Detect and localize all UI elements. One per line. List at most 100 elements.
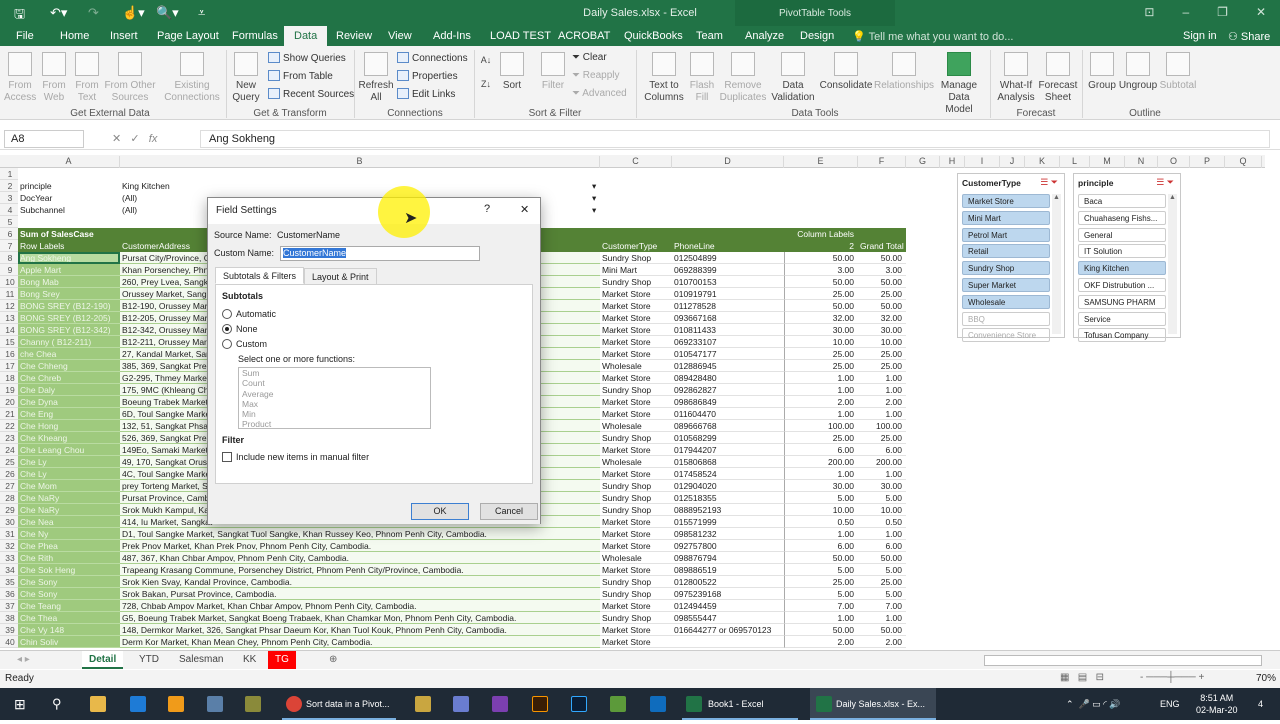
value-cell[interactable]: 50.00 <box>784 276 858 288</box>
ungroup-button[interactable]: Ungroup <box>1118 52 1158 92</box>
clock[interactable]: 8:51 AM 02-Mar-20 <box>1196 692 1238 724</box>
address-cell[interactable]: 148, Dermkor Market, 326, Sangkat Phsar … <box>120 624 600 636</box>
tab-page-layout[interactable]: Page Layout <box>157 30 219 42</box>
row-label-cell[interactable]: Che NaRy <box>18 492 120 504</box>
filter-field-label[interactable]: DocYear <box>18 192 120 204</box>
slicer-item[interactable]: IT Solution <box>1078 244 1166 259</box>
grand-total-cell[interactable]: 7.00 <box>858 600 906 612</box>
zoom-slider[interactable]: - ───┼─── + <box>1140 672 1204 683</box>
value-cell[interactable]: 6.00 <box>784 540 858 552</box>
file-explorer-icon[interactable] <box>90 696 106 712</box>
row-number[interactable]: 4 <box>0 204 18 216</box>
grand-total-cell[interactable]: 30.00 <box>858 480 906 492</box>
value-cell[interactable]: 1.00 <box>784 408 858 420</box>
tell-me-search[interactable]: 💡 Tell me what you want to do... <box>852 30 1013 43</box>
phone-cell[interactable]: 011278528 <box>672 300 784 312</box>
column-labels-filter[interactable]: Column Labels <box>784 228 858 240</box>
row-number[interactable]: 25 <box>0 456 18 468</box>
row-number[interactable]: 40 <box>0 636 18 648</box>
row-number[interactable]: 20 <box>0 396 18 408</box>
flash-fill-button[interactable]: Flash Fill <box>688 52 716 104</box>
value-cell[interactable]: 50.00 <box>784 252 858 264</box>
grand-total-cell[interactable]: 25.00 <box>858 432 906 444</box>
value-cell[interactable]: 25.00 <box>784 576 858 588</box>
row-number[interactable]: 7 <box>0 240 18 252</box>
include-new-items-checkbox[interactable] <box>222 452 232 462</box>
column-header-a[interactable]: A <box>18 156 120 168</box>
value-cell[interactable]: 7.00 <box>784 600 858 612</box>
value-cell[interactable]: 10.00 <box>784 504 858 516</box>
phone-cell[interactable]: 069233107 <box>672 336 784 348</box>
custom-radio[interactable] <box>222 339 232 349</box>
sort-button[interactable]: Sort <box>498 52 526 92</box>
phone-cell[interactable]: 012518355 <box>672 492 784 504</box>
function-option[interactable]: Count <box>239 378 430 388</box>
column-header-e[interactable]: E <box>784 156 858 168</box>
value-cell[interactable]: 50.00 <box>784 300 858 312</box>
address-cell[interactable]: 728, Chbab Ampov Market, Khan Chbar Ampo… <box>120 600 600 612</box>
grand-total-cell[interactable]: 50.00 <box>858 252 906 264</box>
app-icon[interactable] <box>453 696 469 712</box>
relationships-button[interactable]: Relationships <box>874 52 934 92</box>
customer-type-cell[interactable]: Market Store <box>600 408 672 420</box>
filter-dropdown-icon[interactable]: ▾ <box>590 192 598 204</box>
grand-total-cell[interactable]: 50.00 <box>858 300 906 312</box>
filter-dropdown-icon[interactable]: ▾ <box>590 180 598 192</box>
row-label-cell[interactable]: Che Ly <box>18 456 120 468</box>
phone-cell[interactable]: 015571999 <box>672 516 784 528</box>
customer-type-cell[interactable]: Market Store <box>600 444 672 456</box>
grand-total-cell[interactable]: 50.00 <box>858 624 906 636</box>
grand-total-cell[interactable]: 1.00 <box>858 468 906 480</box>
row-number[interactable]: 9 <box>0 264 18 276</box>
tab-add-ins[interactable]: Add-Ins <box>433 30 471 42</box>
phone-cell[interactable]: 015806868 <box>672 456 784 468</box>
value-cell[interactable]: 25.00 <box>784 360 858 372</box>
row-label-cell[interactable]: Che Eng <box>18 408 120 420</box>
phone-cell[interactable]: 016644277 or 069570123 <box>672 624 784 636</box>
slicer-item[interactable]: Mini Mart <box>962 210 1050 225</box>
grand-total-cell[interactable]: 30.00 <box>858 324 906 336</box>
close-icon[interactable]: ✕ <box>1256 5 1266 19</box>
grand-total-cell[interactable]: 5.00 <box>858 492 906 504</box>
slicer-item[interactable]: King Kitchen <box>1078 261 1166 276</box>
customer-type-cell[interactable]: Market Store <box>600 396 672 408</box>
grand-total-cell[interactable]: 10.00 <box>858 504 906 516</box>
column-header-q[interactable]: Q <box>1225 156 1262 168</box>
customer-type-cell[interactable]: Wholesale <box>600 552 672 564</box>
grand-total-cell[interactable]: 1.00 <box>858 384 906 396</box>
subtotal-button[interactable]: Subtotal <box>1158 52 1198 92</box>
formula-input[interactable]: Ang Sokheng <box>200 130 1270 148</box>
taskbar-daily-sales[interactable]: Daily Sales.xlsx - Ex... <box>810 688 936 720</box>
slicer-item[interactable]: Super Market <box>962 278 1050 292</box>
customer-type-cell[interactable]: Sundry Shop <box>600 276 672 288</box>
new-sheet-icon[interactable]: ⊕ <box>322 651 344 669</box>
value-cell[interactable]: 3.00 <box>784 264 858 276</box>
group-button[interactable]: Group <box>1086 52 1118 92</box>
value-cell[interactable]: 1.00 <box>784 372 858 384</box>
from-access-button[interactable]: From Access <box>4 52 36 104</box>
sheet-tab-tg[interactable]: TG <box>268 651 296 669</box>
row-label-cell[interactable]: Che Chheng <box>18 360 120 372</box>
row-label-cell[interactable]: Apple Mart <box>18 264 120 276</box>
value-cell[interactable]: 200.00 <box>784 456 858 468</box>
pivot-header[interactable]: 2 <box>784 240 858 252</box>
phone-cell[interactable]: 012800522 <box>672 576 784 588</box>
existing-connections-button[interactable]: Existing Connections <box>162 52 222 104</box>
function-option[interactable]: Max <box>239 399 430 409</box>
row-number[interactable]: 24 <box>0 444 18 456</box>
row-number[interactable]: 31 <box>0 528 18 540</box>
grand-total-cell[interactable]: 50.00 <box>858 552 906 564</box>
row-number[interactable]: 6 <box>0 228 18 240</box>
slicer-item[interactable]: Tofusan Company <box>1078 328 1166 343</box>
tab-file[interactable]: File <box>16 30 34 42</box>
help-button[interactable]: ? <box>484 203 490 215</box>
row-label-cell[interactable]: Bong Srey <box>18 288 120 300</box>
notification-badge[interactable]: 4 <box>1258 688 1263 720</box>
phone-cell[interactable]: 098581232 <box>672 528 784 540</box>
slicer-item[interactable]: OKF Distrubution ... <box>1078 278 1166 292</box>
grand-total-cell[interactable]: 1.00 <box>858 612 906 624</box>
tab-team[interactable]: Team <box>696 30 723 42</box>
row-label-cell[interactable]: Che Phea <box>18 540 120 552</box>
value-cell[interactable]: 5.00 <box>784 492 858 504</box>
row-number[interactable]: 32 <box>0 540 18 552</box>
